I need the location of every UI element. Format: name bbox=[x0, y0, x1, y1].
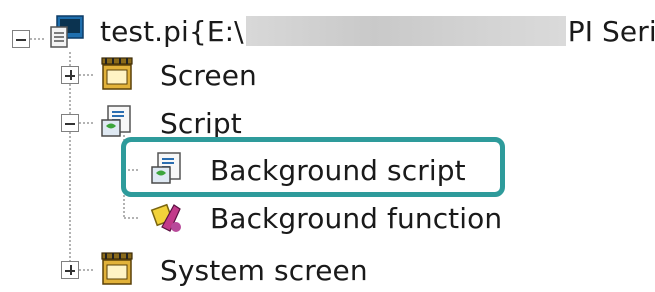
root-collapse-button[interactable] bbox=[12, 30, 30, 48]
script-label: Script bbox=[160, 106, 242, 140]
tree-item-background-function[interactable]: Background function bbox=[210, 196, 502, 240]
tree-item-screen[interactable]: Screen bbox=[160, 53, 257, 97]
project-file-icon bbox=[50, 15, 84, 48]
script-collapse-button[interactable] bbox=[61, 114, 79, 132]
screen-expand-button[interactable] bbox=[61, 66, 79, 84]
background-function-icon bbox=[150, 203, 181, 232]
tree-item-root[interactable]: test.pi{E:\ PI Serie bbox=[100, 9, 655, 53]
system-screen-folder-icon bbox=[101, 252, 133, 285]
redacted-path bbox=[245, 16, 566, 46]
selection-highlight-box bbox=[121, 137, 505, 197]
screen-folder-icon bbox=[101, 57, 133, 90]
system-screen-expand-button[interactable] bbox=[61, 261, 79, 279]
system-screen-label: System screen bbox=[160, 253, 368, 287]
project-tree: test.pi{E:\ PI Serie Screen Script Backgr… bbox=[0, 0, 655, 289]
tree-item-system-screen[interactable]: System screen bbox=[160, 248, 368, 292]
script-folder-icon bbox=[101, 105, 131, 137]
root-label-suffix: PI Serie bbox=[567, 14, 655, 48]
root-label-prefix: test.pi{E:\ bbox=[100, 14, 244, 48]
screen-label: Screen bbox=[160, 58, 257, 92]
background-function-label: Background function bbox=[210, 201, 503, 235]
